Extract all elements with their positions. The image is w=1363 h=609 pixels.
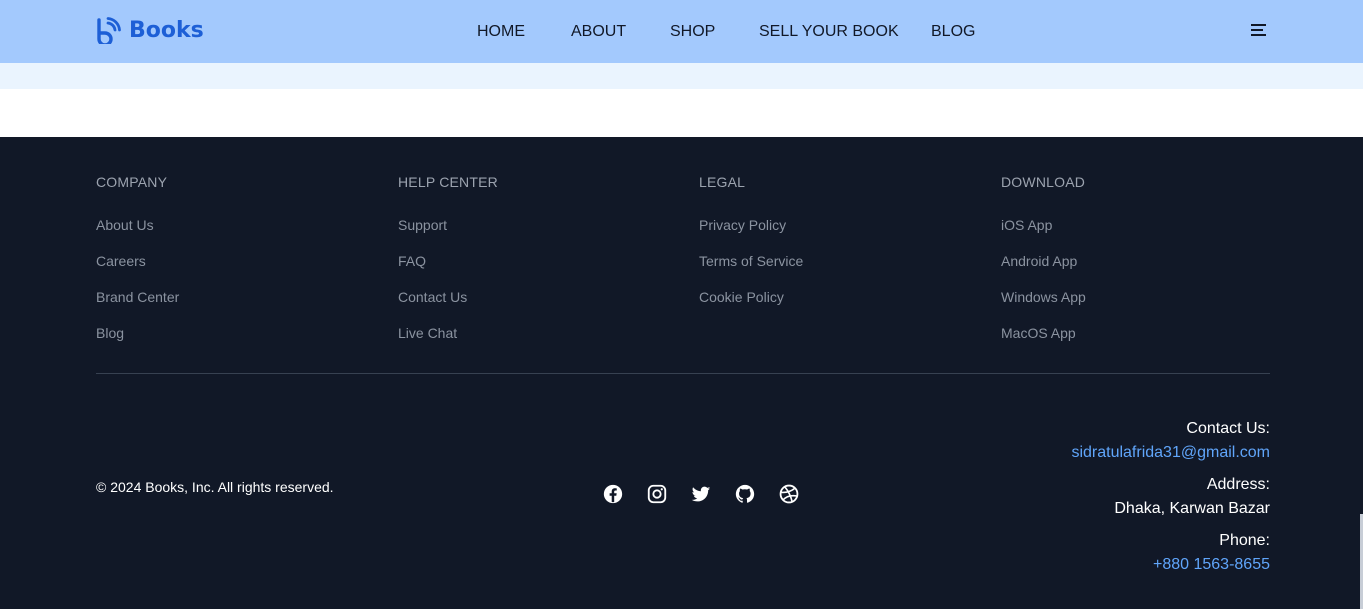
nav-sell-your-book[interactable]: SELL YOUR BOOK: [759, 23, 899, 41]
contact-label: Contact Us:: [1186, 420, 1270, 437]
phone-label: Phone:: [1219, 532, 1270, 549]
footer-column-legal: LEGAL Privacy Policy Terms of Service Co…: [699, 172, 803, 324]
footer-column-company: COMPANY About Us Careers Brand Center Bl…: [96, 172, 179, 360]
footer-link-cookie-policy[interactable]: Cookie Policy: [699, 288, 784, 306]
hamburger-icon[interactable]: [1251, 22, 1268, 38]
footer-column-help-center: HELP CENTER Support FAQ Contact Us Live …: [398, 172, 498, 360]
footer-link-privacy-policy[interactable]: Privacy Policy: [699, 216, 786, 234]
contact-phone-link[interactable]: +880 1563-8655: [1153, 556, 1270, 573]
footer-link-contact-us[interactable]: Contact Us: [398, 288, 467, 306]
books-logo-icon: [97, 17, 121, 44]
contact-info: Contact Us: sidratulafrida31@gmail.com A…: [1071, 417, 1270, 577]
instagram-icon[interactable]: [646, 483, 668, 505]
footer-column-title: COMPANY: [96, 174, 168, 190]
footer-link-windows-app[interactable]: Windows App: [1001, 288, 1086, 306]
navbar: Books HOME ABOUT SHOP SELL YOUR BOOK BLO…: [0, 0, 1363, 63]
brand-logo-link[interactable]: Books: [96, 17, 204, 44]
footer-link-brand-center[interactable]: Brand Center: [96, 288, 179, 306]
contact-email-link[interactable]: sidratulafrida31@gmail.com: [1071, 444, 1270, 461]
footer-link-careers[interactable]: Careers: [96, 252, 146, 270]
footer-divider: [96, 373, 1270, 374]
footer-link-android-app[interactable]: Android App: [1001, 252, 1077, 270]
site-footer: COMPANY About Us Careers Brand Center Bl…: [0, 137, 1363, 609]
footer-column-title: HELP CENTER: [398, 174, 498, 190]
nav-home[interactable]: HOME: [477, 23, 525, 41]
footer-link-terms-of-service[interactable]: Terms of Service: [699, 252, 803, 270]
footer-column-title: DOWNLOAD: [1001, 174, 1086, 190]
nav-shop[interactable]: SHOP: [670, 23, 715, 41]
hero-strip: [0, 63, 1363, 89]
nav-blog[interactable]: BLOG: [931, 23, 975, 41]
twitter-icon[interactable]: [690, 483, 712, 505]
address-value: Dhaka, Karwan Bazar: [1114, 500, 1270, 517]
footer-link-macos-app[interactable]: MacOS App: [1001, 324, 1076, 342]
footer-link-about-us[interactable]: About Us: [96, 216, 154, 234]
github-icon[interactable]: [734, 483, 756, 505]
brand-name: Books: [129, 18, 204, 43]
nav-about[interactable]: ABOUT: [571, 23, 626, 41]
address-label: Address:: [1206, 476, 1270, 493]
footer-link-live-chat[interactable]: Live Chat: [398, 324, 457, 342]
footer-link-ios-app[interactable]: iOS App: [1001, 216, 1052, 234]
copyright-text: © 2024 Books, Inc. All rights reserved.: [96, 479, 334, 495]
footer-column-title: LEGAL: [699, 174, 746, 190]
footer-link-blog[interactable]: Blog: [96, 324, 124, 342]
dribbble-icon[interactable]: [778, 483, 800, 505]
social-links: [602, 483, 800, 505]
footer-column-download: DOWNLOAD iOS App Android App Windows App…: [1001, 172, 1086, 360]
facebook-icon[interactable]: [602, 483, 624, 505]
footer-link-support[interactable]: Support: [398, 216, 447, 234]
footer-link-faq[interactable]: FAQ: [398, 252, 426, 270]
